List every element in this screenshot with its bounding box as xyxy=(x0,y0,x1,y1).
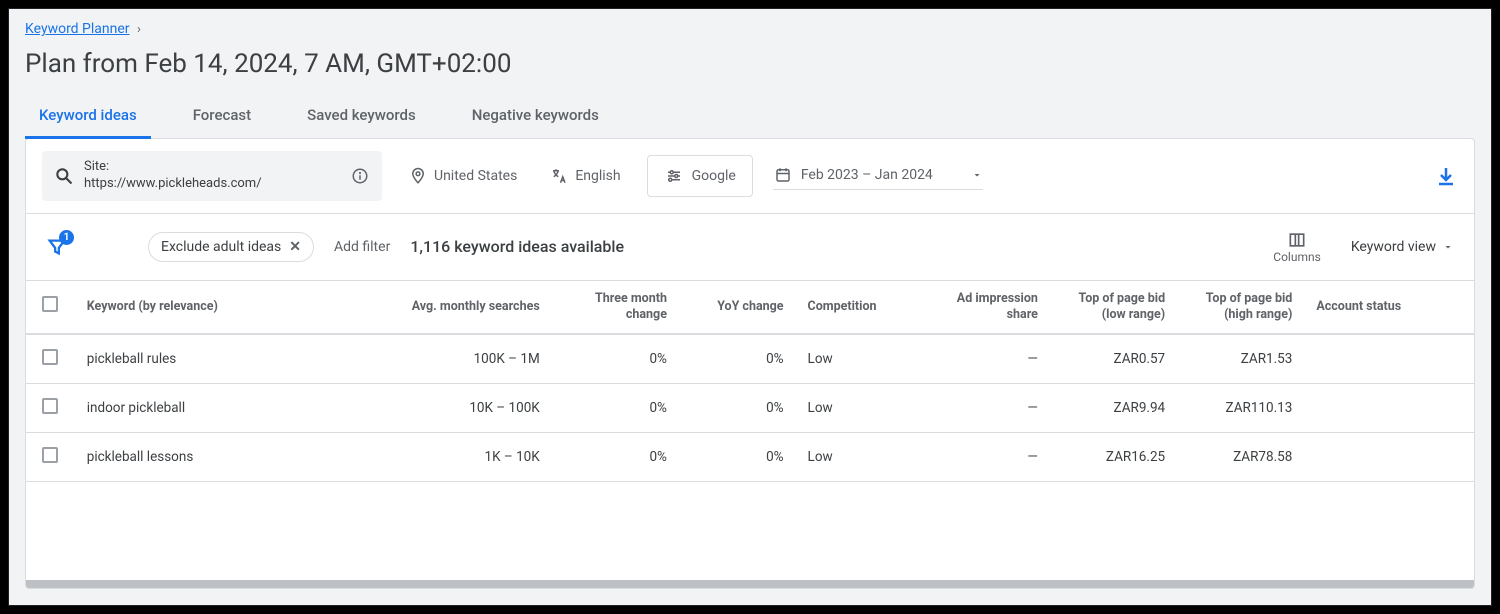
col-competition[interactable]: Competition xyxy=(796,281,913,335)
cell-competition: Low xyxy=(796,384,913,433)
site-search-chip[interactable]: Site: https://www.pickleheads.com/ xyxy=(42,151,382,201)
cell-status xyxy=(1304,334,1474,384)
location-target[interactable]: United States xyxy=(402,162,523,190)
cell-share: — xyxy=(912,433,1050,482)
page-title: Plan from Feb 14, 2024, 7 AM, GMT+02:00 xyxy=(9,41,1491,95)
horizontal-scrollbar[interactable] xyxy=(26,580,1474,588)
tab-bar: Keyword ideas Forecast Saved keywords Ne… xyxy=(9,95,1491,138)
columns-label: Columns xyxy=(1273,250,1321,264)
col-avg-searches[interactable]: Avg. monthly searches xyxy=(361,281,552,335)
close-icon[interactable]: ✕ xyxy=(289,239,301,255)
language-label: English xyxy=(575,168,620,184)
chevron-right-icon: › xyxy=(137,22,141,37)
breadcrumb-link[interactable]: Keyword Planner xyxy=(25,21,130,37)
cell-yoy: 0% xyxy=(679,433,796,482)
filter-funnel-icon[interactable]: 1 xyxy=(46,236,68,258)
cell-bid-high: ZAR110.13 xyxy=(1177,384,1304,433)
cell-three: 0% xyxy=(552,334,679,384)
cell-bid-low: ZAR0.57 xyxy=(1050,334,1177,384)
table-row[interactable]: pickleball rules100K – 1M0%0%Low—ZAR0.57… xyxy=(26,334,1474,384)
col-three-month[interactable]: Three month change xyxy=(552,281,679,335)
columns-icon xyxy=(1287,230,1307,250)
columns-button[interactable]: Columns xyxy=(1273,230,1321,264)
col-bid-low[interactable]: Top of page bid (low range) xyxy=(1050,281,1177,335)
tab-forecast[interactable]: Forecast xyxy=(179,96,265,139)
date-range-target[interactable]: Feb 2023 – Jan 2024 xyxy=(773,161,983,190)
site-chip-value: https://www.pickleheads.com/ xyxy=(84,176,262,191)
cell-yoy: 0% xyxy=(679,334,796,384)
targeting-toolbar: Site: https://www.pickleheads.com/ Unite… xyxy=(26,139,1474,214)
search-icon xyxy=(54,166,74,186)
cell-share: — xyxy=(912,384,1050,433)
ideas-count-label: 1,116 keyword ideas available xyxy=(410,237,624,256)
calendar-icon xyxy=(773,165,793,185)
filter-pill-label: Exclude adult ideas xyxy=(161,239,281,255)
keyword-table: Keyword (by relevance) Avg. monthly sear… xyxy=(26,281,1474,580)
keyword-view-dropdown[interactable]: Keyword view xyxy=(1351,239,1454,255)
col-account-status[interactable]: Account status xyxy=(1304,281,1474,335)
filter-pill-exclude-adult[interactable]: Exclude adult ideas ✕ xyxy=(148,232,314,262)
cell-avg: 1K – 10K xyxy=(361,433,552,482)
cell-bid-high: ZAR1.53 xyxy=(1177,334,1304,384)
info-icon[interactable] xyxy=(350,166,370,186)
col-keyword[interactable]: Keyword (by relevance) xyxy=(75,281,361,335)
cell-avg: 10K – 100K xyxy=(361,384,552,433)
cell-keyword: pickleball lessons xyxy=(75,433,361,482)
download-icon[interactable] xyxy=(1434,164,1458,188)
breadcrumb: Keyword Planner › xyxy=(9,9,1491,41)
cell-share: — xyxy=(912,334,1050,384)
col-yoy[interactable]: YoY change xyxy=(679,281,796,335)
tab-saved-keywords[interactable]: Saved keywords xyxy=(293,96,430,139)
cell-keyword: indoor pickleball xyxy=(75,384,361,433)
keyword-view-label: Keyword view xyxy=(1351,239,1436,255)
filter-bar: 1 Exclude adult ideas ✕ Add filter 1,116… xyxy=(26,214,1474,281)
site-chip-label: Site: xyxy=(84,159,340,176)
location-label: United States xyxy=(434,168,517,184)
cell-keyword: pickleball rules xyxy=(75,334,361,384)
cell-status xyxy=(1304,433,1474,482)
cell-bid-low: ZAR16.25 xyxy=(1050,433,1177,482)
row-checkbox[interactable] xyxy=(42,398,58,414)
cell-competition: Low xyxy=(796,334,913,384)
table-row[interactable]: indoor pickleball10K – 100K0%0%Low—ZAR9.… xyxy=(26,384,1474,433)
add-filter-button[interactable]: Add filter xyxy=(334,239,390,255)
cell-competition: Low xyxy=(796,433,913,482)
row-checkbox[interactable] xyxy=(42,349,58,365)
filter-badge: 1 xyxy=(59,230,74,245)
cell-three: 0% xyxy=(552,433,679,482)
row-checkbox[interactable] xyxy=(42,447,58,463)
tab-keyword-ideas[interactable]: Keyword ideas xyxy=(25,96,151,139)
cell-three: 0% xyxy=(552,384,679,433)
col-bid-high[interactable]: Top of page bid (high range) xyxy=(1177,281,1304,335)
network-label: Google xyxy=(692,168,736,184)
select-all-checkbox[interactable] xyxy=(42,296,58,312)
date-range-label: Feb 2023 – Jan 2024 xyxy=(801,167,933,183)
col-ad-share[interactable]: Ad impression share xyxy=(912,281,1050,335)
chevron-down-icon xyxy=(1442,241,1454,253)
tune-icon xyxy=(664,166,684,186)
chevron-down-icon xyxy=(971,169,983,181)
language-target[interactable]: English xyxy=(543,162,626,190)
tab-negative-keywords[interactable]: Negative keywords xyxy=(458,96,613,139)
location-icon xyxy=(408,166,428,186)
cell-status xyxy=(1304,384,1474,433)
network-target[interactable]: Google xyxy=(647,155,753,197)
table-row[interactable]: pickleball lessons1K – 10K0%0%Low—ZAR16.… xyxy=(26,433,1474,482)
cell-yoy: 0% xyxy=(679,384,796,433)
translate-icon xyxy=(549,166,569,186)
cell-bid-high: ZAR78.58 xyxy=(1177,433,1304,482)
cell-bid-low: ZAR9.94 xyxy=(1050,384,1177,433)
cell-avg: 100K – 1M xyxy=(361,334,552,384)
